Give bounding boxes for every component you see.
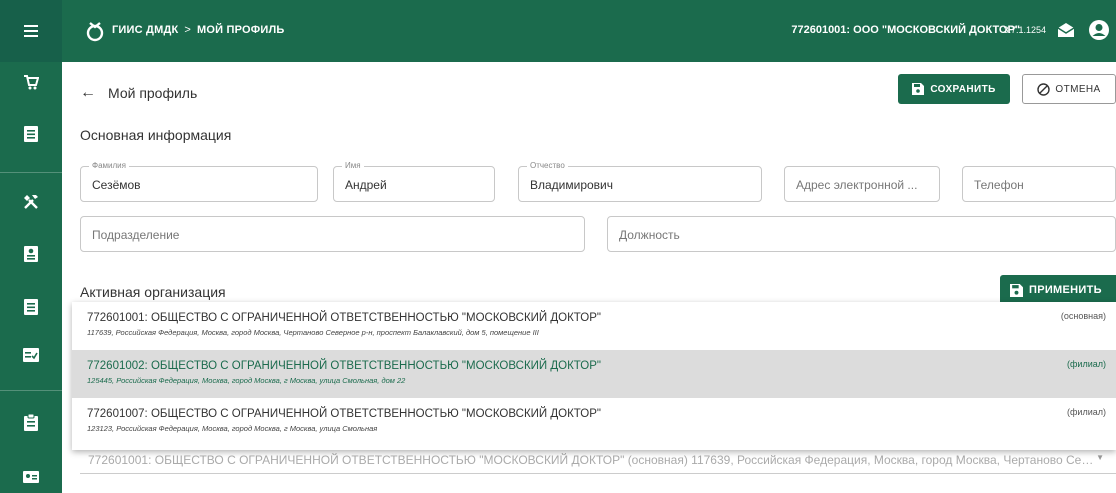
clipboard-icon bbox=[24, 413, 38, 431]
firstname-label: Имя bbox=[342, 161, 364, 170]
patronymic-label: Отчество bbox=[527, 161, 568, 170]
save-button[interactable]: СОХРАНИТЬ bbox=[898, 74, 1010, 104]
sidebar-item-list[interactable] bbox=[0, 114, 62, 154]
cancel-button[interactable]: ОТМЕНА bbox=[1022, 74, 1116, 104]
patronymic-field[interactable]: Отчество Владимирович bbox=[518, 161, 762, 202]
phone-placeholder: Телефон bbox=[974, 178, 1024, 192]
apply-button-label: ПРИМЕНИТЬ bbox=[1029, 284, 1102, 296]
card-icon bbox=[24, 246, 38, 262]
org-option[interactable]: 772601002: ОБЩЕСТВО С ОГРАНИЧЕННОЙ ОТВЕТ… bbox=[72, 350, 1116, 398]
org-option[interactable]: 772601007: ОБЩЕСТВО С ОГРАНИЧЕННОЙ ОТВЕТ… bbox=[72, 398, 1116, 446]
org-dropdown: 772601001: ОБЩЕСТВО С ОГРАНИЧЕННОЙ ОТВЕТ… bbox=[72, 302, 1116, 450]
apply-button[interactable]: ПРИМЕНИТЬ bbox=[1000, 275, 1116, 305]
active-org-select-value: 772601001: ОБЩЕСТВО С ОГРАНИЧЕННОЙ ОТВЕТ… bbox=[88, 453, 1098, 467]
sidebar-item-registry[interactable] bbox=[0, 287, 62, 327]
department-field[interactable]: Подразделение bbox=[80, 216, 585, 252]
id-card-icon bbox=[23, 471, 39, 483]
phone-field[interactable]: Телефон bbox=[962, 166, 1116, 202]
logo-icon bbox=[86, 22, 104, 42]
firstname-value: Андрей bbox=[345, 178, 387, 192]
org-option-type: (филиал) bbox=[1067, 359, 1106, 369]
sidebar-item-check-doc[interactable] bbox=[0, 335, 62, 375]
sidebar-item-id-card[interactable] bbox=[0, 457, 62, 493]
cancel-button-label: ОТМЕНА bbox=[1055, 83, 1101, 95]
breadcrumb-page: МОЙ ПРОФИЛЬ bbox=[197, 24, 285, 36]
patronymic-value: Владимирович bbox=[530, 178, 614, 192]
floppy-icon bbox=[1010, 283, 1023, 297]
check-doc-icon bbox=[23, 348, 39, 362]
floppy-icon bbox=[912, 83, 925, 95]
tools-icon bbox=[24, 195, 38, 209]
lastname-value: Сезёмов bbox=[92, 178, 141, 192]
save-button-label: СОХРАНИТЬ bbox=[930, 83, 996, 95]
current-org-label[interactable]: 772601001: ООО "МОСКОВСКИЙ ДОКТОР" bbox=[791, 24, 1020, 36]
sidebar-item-card[interactable] bbox=[0, 234, 62, 274]
org-option-address: 117639, Российская Федерация, Москва, го… bbox=[87, 328, 539, 337]
lastname-label: Фамилия bbox=[89, 161, 129, 170]
position-field[interactable]: Должность bbox=[607, 216, 1116, 252]
list-icon bbox=[24, 126, 38, 142]
breadcrumb-separator: > bbox=[184, 24, 192, 36]
org-option-name: 772601001: ОБЩЕСТВО С ОГРАНИЧЕННОЙ ОТВЕТ… bbox=[87, 312, 602, 324]
basic-info-title: Основная информация bbox=[80, 127, 232, 143]
sidebar-divider bbox=[0, 172, 62, 173]
email-field[interactable]: Адрес электронной ... bbox=[784, 166, 940, 202]
back-arrow-icon[interactable]: ← bbox=[80, 84, 96, 102]
cart-icon bbox=[24, 75, 39, 90]
sidebar-item-cart[interactable] bbox=[0, 62, 62, 102]
org-option-address: 123123, Российская Федерация, Москва, го… bbox=[87, 424, 378, 433]
org-option-name: 772601002: ОБЩЕСТВО С ОГРАНИЧЕННОЙ ОТВЕТ… bbox=[87, 360, 602, 372]
org-option-type: (основная) bbox=[1060, 311, 1106, 321]
org-option-type: (филиал) bbox=[1067, 407, 1106, 417]
page-title: Мой профиль bbox=[108, 85, 198, 101]
org-option-name: 772601007: ОБЩЕСТВО С ОГРАНИЧЕННОЙ ОТВЕТ… bbox=[87, 408, 602, 420]
sidebar-item-tools[interactable] bbox=[0, 182, 62, 222]
org-option[interactable]: 772601001: ОБЩЕСТВО С ОГРАНИЧЕННОЙ ОТВЕТ… bbox=[72, 302, 1116, 350]
breadcrumb: ГИИС ДМДК > МОЙ ПРОФИЛЬ bbox=[112, 24, 285, 36]
top-bar: ГИИС ДМДК > МОЙ ПРОФИЛЬ 772601001: ООО "МО… bbox=[0, 0, 1116, 62]
mail-icon[interactable] bbox=[1056, 20, 1076, 40]
sidebar bbox=[0, 62, 62, 493]
breadcrumb-app[interactable]: ГИИС ДМДК bbox=[112, 24, 178, 36]
chevron-down-icon[interactable]: ▼ bbox=[1096, 453, 1104, 462]
cancel-icon bbox=[1037, 82, 1051, 96]
email-placeholder: Адрес электронной ... bbox=[796, 178, 918, 192]
sidebar-divider bbox=[0, 390, 62, 391]
page-header: ← Мой профиль bbox=[80, 80, 197, 106]
lastname-field[interactable]: Фамилия Сезёмов bbox=[80, 161, 318, 202]
version-label: 3.7.1.1254 bbox=[1003, 25, 1046, 35]
list-icon bbox=[24, 299, 38, 315]
firstname-field[interactable]: Имя Андрей bbox=[333, 161, 495, 202]
sidebar-item-clipboard[interactable] bbox=[0, 402, 62, 442]
menu-icon[interactable] bbox=[0, 0, 62, 62]
org-option-address: 125445, Российская Федерация, Москва, го… bbox=[87, 376, 406, 385]
active-org-title: Активная организация bbox=[80, 284, 226, 300]
position-placeholder: Должность bbox=[619, 228, 680, 242]
user-icon[interactable] bbox=[1088, 19, 1110, 41]
department-placeholder: Подразделение bbox=[92, 228, 180, 242]
